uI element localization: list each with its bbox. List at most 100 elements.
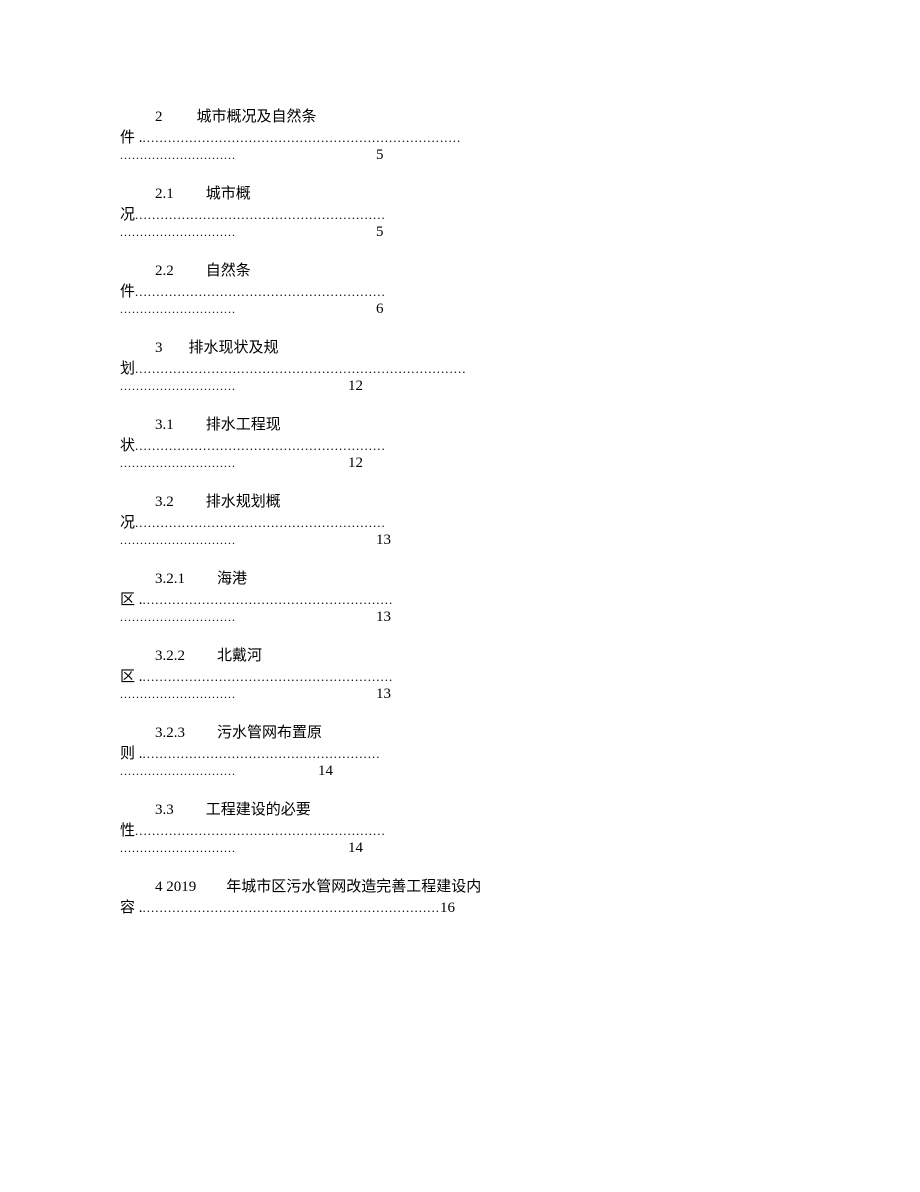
toc-title: 排水规划概 <box>206 490 281 511</box>
toc-number: 3.3 <box>155 802 174 819</box>
toc-line-page: .............................14 <box>120 840 800 857</box>
toc-title: 海港 <box>217 567 247 588</box>
toc-leader-dots: ............................. <box>120 225 236 240</box>
toc-line-page: ............................. 6 <box>120 301 800 318</box>
toc-entry: 3.2排水规划概况 ..............................… <box>120 490 800 549</box>
toc-continuation: 件 . <box>120 126 143 147</box>
toc-line-page: ............................. 14 <box>120 763 800 780</box>
toc-leader-dots: ........................................… <box>143 900 441 916</box>
toc-entry: 3.3工程建设的必要性 ............................… <box>120 798 800 857</box>
toc-continuation: 状 <box>120 434 135 455</box>
toc-line-page: ............................. 12 <box>120 455 800 472</box>
toc-line-dots: 区 . ....................................… <box>120 665 800 686</box>
toc-number: 2.1 <box>155 186 174 203</box>
toc-title: 排水现状及规 <box>189 336 279 357</box>
toc-title: 自然条 <box>206 259 251 280</box>
toc-entry: 2.1 城市概况 ................................… <box>120 182 800 241</box>
toc-number: 3.1 <box>155 417 174 434</box>
toc-continuation: 容 . <box>120 896 143 917</box>
toc-line-page: ............................. 13 <box>120 686 800 703</box>
toc-line-dots: 况 ......................................… <box>120 511 800 532</box>
toc-leader-dots: ............................. <box>120 302 236 317</box>
toc-page-number: 13 <box>376 532 391 549</box>
toc-line-page: 容 . ....................................… <box>120 896 800 917</box>
toc-line-title: 3.2.3 污水管网布置原 <box>120 721 800 742</box>
toc-number: 2.2 <box>155 263 174 280</box>
toc-entry: 2城市概况及自然条件 . ...........................… <box>120 105 800 164</box>
toc-entry: 3.1排水工程现状 ..............................… <box>120 413 800 472</box>
toc-number: 3.2.3 <box>155 725 185 742</box>
toc-title: 年城市区污水管网改造完善工程建设内 <box>226 875 481 896</box>
toc-line-title: 2.1 城市概 <box>120 182 800 203</box>
toc-leader-dots: ........................................… <box>143 669 394 685</box>
toc-page-number: 12 <box>348 378 363 395</box>
toc-number: 3 <box>155 340 163 357</box>
toc-continuation: 件 <box>120 280 135 301</box>
toc-leader-dots: ........................................… <box>135 207 386 223</box>
toc-page-number: 16 <box>440 900 455 917</box>
toc-continuation: 性 <box>120 819 135 840</box>
toc-leader-dots: ........................................… <box>135 361 467 377</box>
toc-page-number: 13 <box>376 686 391 703</box>
toc-line-title: 3.2 排水规划概 <box>120 490 800 511</box>
toc-line-page: ............................. 5 <box>120 224 800 241</box>
toc-line-page: ............................. 13 <box>120 609 800 626</box>
toc-leader-dots: ............................. <box>120 456 236 471</box>
toc-line-dots: 划.......................................… <box>120 357 800 378</box>
toc-line-title: 3.3工程建设的必要 <box>120 798 800 819</box>
toc-page-number: 5 <box>376 147 384 164</box>
toc-page-number: 12 <box>348 455 363 472</box>
toc-line-title: 2.2 自然条 <box>120 259 800 280</box>
toc-title: 北戴河 <box>217 644 262 665</box>
toc-number: 3.2.1 <box>155 571 185 588</box>
toc-entry: 3排水现状及规划................................… <box>120 336 800 395</box>
toc-entry: 2.2自然条件 ................................… <box>120 259 800 318</box>
toc-leader-dots: ............................. <box>120 841 236 856</box>
toc-line-title: 3.1 排水工程现 <box>120 413 800 434</box>
toc-line-dots: 区 . ....................................… <box>120 588 800 609</box>
toc-leader-dots: ........................................… <box>135 284 386 300</box>
toc-line-dots: 则 . ....................................… <box>120 742 800 763</box>
toc-entry: 3.2.3污水管网布置原则 . ........................… <box>120 721 800 780</box>
toc-entry: 3.2.2北戴河区 . ............................… <box>120 644 800 703</box>
toc-leader-dots: ............................. <box>120 610 236 625</box>
toc-line-dots: 况 ......................................… <box>120 203 800 224</box>
toc-title: 排水工程现 <box>206 413 281 434</box>
toc-continuation: 区 . <box>120 665 143 686</box>
toc-leader-dots: ........................................… <box>143 592 394 608</box>
toc-line-page: ............................. 5 <box>120 147 800 164</box>
toc-line-dots: 性 ......................................… <box>120 819 800 840</box>
toc-leader-dots: ........................................… <box>143 130 462 146</box>
toc-leader-dots: ........................................… <box>135 515 386 531</box>
toc-leader-dots: ............................. <box>120 379 236 394</box>
toc-number: 2 <box>155 109 163 126</box>
toc-line-dots: 件 ......................................… <box>120 280 800 301</box>
toc-leader-dots: ............................. <box>120 764 236 779</box>
toc-page-number: 6 <box>376 301 384 318</box>
toc-leader-dots: ............................. <box>120 148 236 163</box>
toc-leader-dots: ........................................… <box>135 823 386 839</box>
toc-line-title: 3 排水现状及规 <box>120 336 800 357</box>
toc-page-number: 13 <box>376 609 391 626</box>
toc-number: 4 2019 <box>155 879 196 896</box>
toc-number: 3.2 <box>155 494 174 511</box>
toc-entry: 4 2019年城市区污水管网改造完善工程建设内容 . .............… <box>120 875 800 917</box>
toc-title: 城市概 <box>206 182 251 203</box>
toc-line-dots: 件 . ....................................… <box>120 126 800 147</box>
toc-line-dots: 状 ......................................… <box>120 434 800 455</box>
toc-continuation: 况 <box>120 511 135 532</box>
toc-leader-dots: ........................................… <box>135 438 386 454</box>
toc-leader-dots: ............................. <box>120 533 236 548</box>
toc-leader-dots: ............................. <box>120 687 236 702</box>
toc-continuation: 划 <box>120 357 135 378</box>
toc-line-title: 3.2.2北戴河 <box>120 644 800 665</box>
toc-line-title: 4 2019 年城市区污水管网改造完善工程建设内 <box>120 875 800 896</box>
toc-continuation: 区 . <box>120 588 143 609</box>
toc-page-number: 5 <box>376 224 384 241</box>
toc-line-title: 3.2.1 海港 <box>120 567 800 588</box>
toc-title: 城市概况及自然条 <box>197 105 317 126</box>
toc-page-number: 14 <box>318 763 333 780</box>
toc-leader-dots: ........................................… <box>143 746 381 762</box>
toc-continuation: 则 . <box>120 742 143 763</box>
toc-title: 污水管网布置原 <box>217 721 322 742</box>
